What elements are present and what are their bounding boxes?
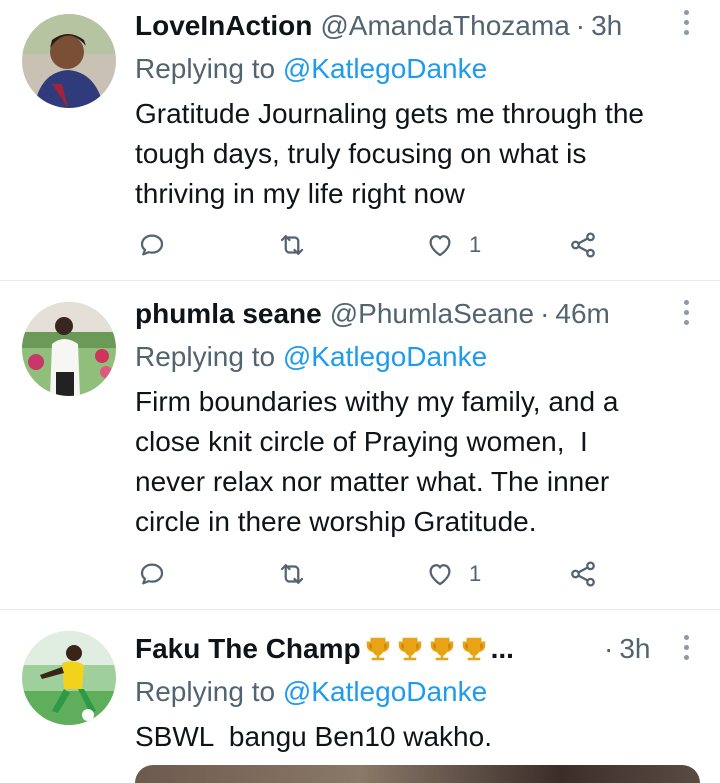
retweet-icon (280, 564, 304, 584)
replying-to: Replying to @KatlegoDanke (135, 676, 487, 708)
timestamp[interactable]: 3h (591, 10, 622, 42)
separator: · (604, 633, 614, 664)
heart-icon (429, 235, 451, 257)
display-name[interactable]: LoveInAction (135, 10, 312, 42)
like-count: 1 (469, 232, 482, 257)
separator: · (540, 298, 550, 329)
separator: · (575, 10, 586, 41)
tweet[interactable]: LoveInAction @AmandaThozama · 3h Replyin… (0, 0, 720, 281)
name-emojis (363, 634, 489, 664)
like-button[interactable]: 1 (425, 554, 481, 594)
user-handle[interactable]: @PhumlaSeane (330, 298, 534, 330)
replying-prefix: Replying to (135, 676, 276, 707)
tweet[interactable]: Faku The Champ ... · 3h Replying to @Kat… (0, 610, 720, 783)
share-button[interactable] (568, 225, 598, 265)
avatar[interactable] (22, 631, 116, 725)
reply-button[interactable] (137, 225, 167, 265)
mention-link[interactable]: @KatlegoDanke (283, 53, 487, 84)
more-options-icon[interactable] (672, 4, 700, 40)
tweet-actions: 1 (135, 554, 635, 594)
timestamp[interactable]: 3h (619, 633, 650, 665)
tweet-header: Faku The Champ ... (135, 629, 514, 669)
like-button[interactable]: 1 (425, 225, 481, 265)
trophy-icon (366, 637, 389, 661)
display-name[interactable]: phumla seane (135, 298, 322, 330)
replying-prefix: Replying to (135, 341, 276, 372)
tweet-actions: 1 (135, 225, 635, 265)
avatar[interactable] (22, 14, 116, 108)
replying-to: Replying to @KatlegoDanke (135, 53, 487, 85)
heart-icon (429, 564, 451, 586)
trophy-icon (462, 637, 485, 661)
retweet-button[interactable] (277, 225, 307, 265)
display-name[interactable]: Faku The Champ (135, 633, 361, 665)
mention-link[interactable]: @KatlegoDanke (283, 341, 487, 372)
more-options-icon[interactable] (672, 629, 700, 665)
reply-icon (140, 234, 164, 256)
tweet-text: SBWL bangu Ben10 wakho. (135, 721, 492, 752)
timestamp[interactable]: 46m (555, 298, 609, 330)
reply-button[interactable] (137, 554, 167, 594)
like-count: 1 (469, 561, 482, 586)
mention-link[interactable]: @KatlegoDanke (283, 676, 487, 707)
tweet[interactable]: phumla seane @PhumlaSeane · 46m Replying… (0, 281, 720, 610)
retweet-button[interactable] (277, 554, 307, 594)
replying-prefix: Replying to (135, 53, 276, 84)
tweet-time: · 3h (604, 629, 650, 669)
trophy-icon (398, 637, 421, 661)
name-ellipsis: ... (490, 633, 514, 664)
tweet-media-image[interactable] (135, 765, 700, 783)
tweet-text: Firm boundaries withy my family, and a c… (135, 386, 619, 537)
retweet-icon (280, 235, 304, 255)
user-handle[interactable]: @AmandaThozama (320, 10, 569, 42)
share-button[interactable] (568, 554, 598, 594)
share-icon (571, 561, 595, 587)
tweet-text: Gratitude Journaling gets me through the… (135, 98, 644, 209)
more-options-icon[interactable] (672, 294, 700, 330)
share-icon (571, 232, 595, 258)
reply-icon (140, 563, 164, 585)
avatar[interactable] (22, 302, 116, 396)
replying-to: Replying to @KatlegoDanke (135, 341, 487, 373)
tweet-header: phumla seane @PhumlaSeane · 46m (135, 294, 610, 334)
tweet-header: LoveInAction @AmandaThozama · 3h (135, 6, 622, 46)
trophy-icon (430, 637, 453, 661)
